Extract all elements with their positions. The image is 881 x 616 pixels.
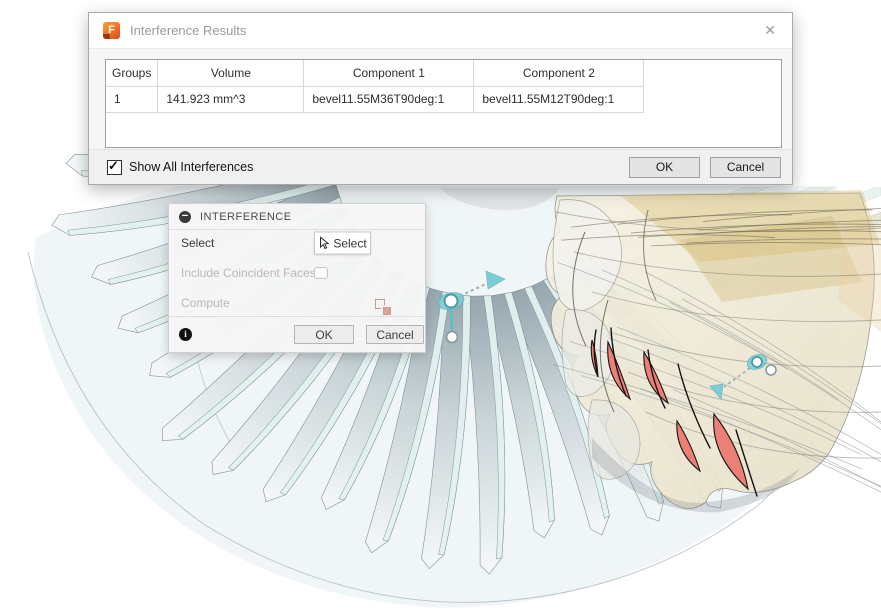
compute-label: Compute [181, 296, 230, 310]
col-header-component2: Component 2 [474, 60, 644, 86]
col-header-component1: Component 1 [304, 60, 474, 86]
cell-volume: 141.923 mm^3 [158, 86, 304, 112]
cell-component1: bevel11.55M36T90deg:1 [304, 86, 474, 112]
panel-header[interactable]: − INTERFERENCE [169, 204, 425, 230]
app-window: F Interference Results ✕ Groups Volume C… [0, 0, 881, 616]
include-coincident-label: Include Coincident Faces [181, 266, 316, 280]
dialog-titlebar[interactable]: F Interference Results ✕ [89, 13, 792, 49]
show-all-interferences-checkbox[interactable] [107, 160, 122, 175]
interference-results-dialog: F Interference Results ✕ Groups Volume C… [88, 12, 793, 185]
panel-footer: i OK Cancel [169, 316, 425, 352]
panel-cancel-button[interactable]: Cancel [366, 325, 424, 344]
table-row[interactable]: 1 141.923 mm^3 bevel11.55M36T90deg:1 bev… [106, 86, 644, 112]
col-header-groups: Groups [106, 60, 158, 86]
results-table: Groups Volume Component 1 Component 2 1 … [105, 59, 782, 148]
info-icon[interactable]: i [179, 328, 192, 341]
table-header-row: Groups Volume Component 1 Component 2 [106, 60, 644, 86]
interference-command-panel: − INTERFERENCE Select Select Include Coi… [168, 203, 426, 353]
dialog-cancel-button[interactable]: Cancel [710, 157, 781, 178]
select-button-label: Select [333, 236, 366, 250]
cursor-icon [318, 237, 330, 250]
cell-component2: bevel11.55M12T90deg:1 [474, 86, 644, 112]
close-icon[interactable]: ✕ [764, 22, 776, 39]
dialog-title: Interference Results [130, 23, 246, 38]
panel-title: INTERFERENCE [200, 211, 292, 223]
collapse-icon[interactable]: − [179, 211, 191, 223]
dialog-ok-button[interactable]: OK [629, 157, 700, 178]
select-label: Select [181, 236, 214, 250]
col-header-volume: Volume [158, 60, 304, 86]
dialog-footer: Show All Interferences OK Cancel [89, 149, 792, 184]
show-all-interferences-label: Show All Interferences [129, 160, 253, 174]
fusion-app-icon: F [103, 22, 120, 39]
panel-ok-button[interactable]: OK [294, 325, 354, 344]
compute-icon[interactable] [375, 299, 391, 315]
include-coincident-row: Include Coincident Faces [169, 261, 425, 285]
compute-row: Compute [169, 291, 425, 315]
cell-group: 1 [106, 86, 158, 112]
select-row: Select Select [169, 231, 425, 255]
select-button[interactable]: Select [314, 232, 371, 255]
include-coincident-checkbox[interactable] [314, 267, 328, 279]
